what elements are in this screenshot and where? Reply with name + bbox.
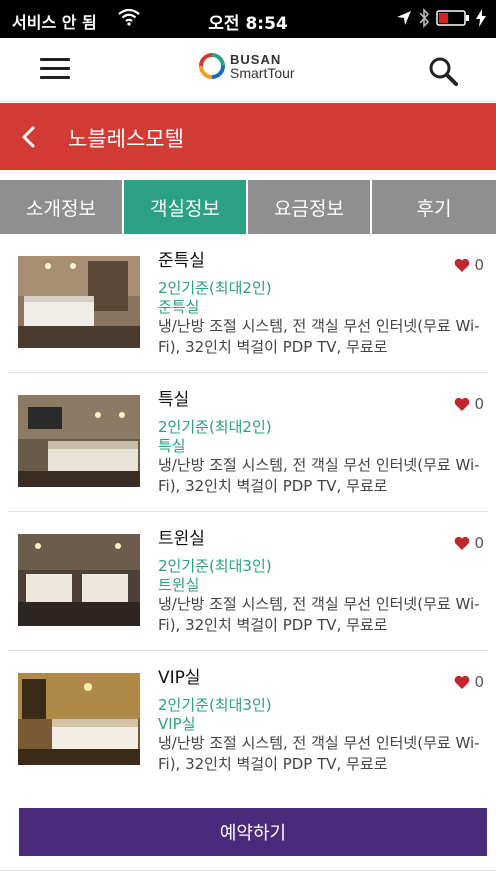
search-icon[interactable]	[428, 56, 458, 90]
heart-icon	[455, 397, 470, 411]
like-count: 0	[474, 673, 484, 691]
room-capacity: 2인기준(최대3인)	[158, 557, 272, 575]
room-item[interactable]: 준특실 2인기준(최대2인) 준특실 냉/난방 조절 시스템, 전 객실 무선 …	[8, 234, 488, 373]
room-item[interactable]: VIP실 2인기준(최대3인) VIP실 냉/난방 조절 시스템, 전 객실 무…	[8, 651, 488, 790]
logo-line1: BUSAN	[230, 51, 282, 67]
like-button[interactable]: 0	[454, 395, 484, 413]
tab-bar: 소개정보 객실정보 요금정보 후기	[0, 180, 496, 234]
room-list: 준특실 2인기준(최대2인) 준특실 냉/난방 조절 시스템, 전 객실 무선 …	[0, 234, 496, 790]
page-title: 노블레스모텔	[68, 127, 184, 151]
room-photo	[18, 534, 140, 626]
like-count: 0	[474, 256, 484, 274]
reserve-button[interactable]: 예약하기	[19, 808, 487, 856]
logo-ring-icon	[199, 53, 225, 79]
room-type: VIP실	[158, 715, 196, 733]
back-chevron-icon[interactable]	[14, 122, 44, 152]
charging-bolt-icon	[476, 9, 486, 27]
like-count: 0	[474, 395, 484, 413]
room-description: 냉/난방 조절 시스템, 전 객실 무선 인터넷(무료 Wi-Fi), 32인치…	[158, 734, 480, 773]
tab-intro[interactable]: 소개정보	[0, 180, 122, 234]
app-header: BUSAN SmartTour	[0, 38, 496, 102]
bottom-divider	[0, 870, 496, 871]
heart-icon	[455, 536, 470, 550]
like-count: 0	[474, 534, 484, 552]
busan-smarttour-logo[interactable]: BUSAN SmartTour	[198, 52, 295, 80]
room-photo	[18, 673, 140, 765]
tab-rooms[interactable]: 객실정보	[124, 180, 246, 234]
tab-rates[interactable]: 요금정보	[248, 180, 370, 234]
room-item[interactable]: 특실 2인기준(최대2인) 특실 냉/난방 조절 시스템, 전 객실 무선 인터…	[8, 373, 488, 512]
title-bar: 노블레스모텔	[0, 103, 496, 170]
room-name: VIP실	[158, 668, 201, 688]
logo-line2: SmartTour	[230, 64, 295, 81]
heart-icon	[455, 675, 470, 689]
room-name: 준특실	[158, 251, 205, 271]
room-description: 냉/난방 조절 시스템, 전 객실 무선 인터넷(무료 Wi-Fi), 32인치…	[158, 595, 480, 634]
location-arrow-icon	[397, 11, 411, 25]
battery-low-icon	[436, 10, 469, 26]
room-item[interactable]: 트윈실 2인기준(최대3인) 트윈실 냉/난방 조절 시스템, 전 객실 무선 …	[8, 512, 488, 651]
room-name: 특실	[158, 390, 190, 410]
tab-reviews[interactable]: 후기	[372, 180, 496, 234]
heart-icon	[455, 258, 470, 272]
room-name: 트윈실	[158, 529, 205, 549]
bluetooth-icon	[419, 8, 430, 28]
status-right-icons	[396, 8, 486, 28]
like-button[interactable]: 0	[454, 534, 484, 552]
room-capacity: 2인기준(최대2인)	[158, 418, 272, 436]
room-type: 트윈실	[158, 576, 200, 594]
status-bar: 서비스 안 됨 오전 8:54	[0, 0, 496, 38]
room-type: 준특실	[158, 298, 200, 316]
hamburger-menu-icon[interactable]	[40, 58, 70, 82]
like-button[interactable]: 0	[454, 673, 484, 691]
room-photo	[18, 395, 140, 487]
room-description: 냉/난방 조절 시스템, 전 객실 무선 인터넷(무료 Wi-Fi), 32인치…	[158, 317, 480, 356]
room-capacity: 2인기준(최대2인)	[158, 279, 272, 297]
like-button[interactable]: 0	[454, 256, 484, 274]
room-capacity: 2인기준(최대3인)	[158, 696, 272, 714]
room-type: 특실	[158, 437, 186, 455]
room-photo	[18, 256, 140, 348]
room-description: 냉/난방 조절 시스템, 전 객실 무선 인터넷(무료 Wi-Fi), 32인치…	[158, 456, 480, 495]
